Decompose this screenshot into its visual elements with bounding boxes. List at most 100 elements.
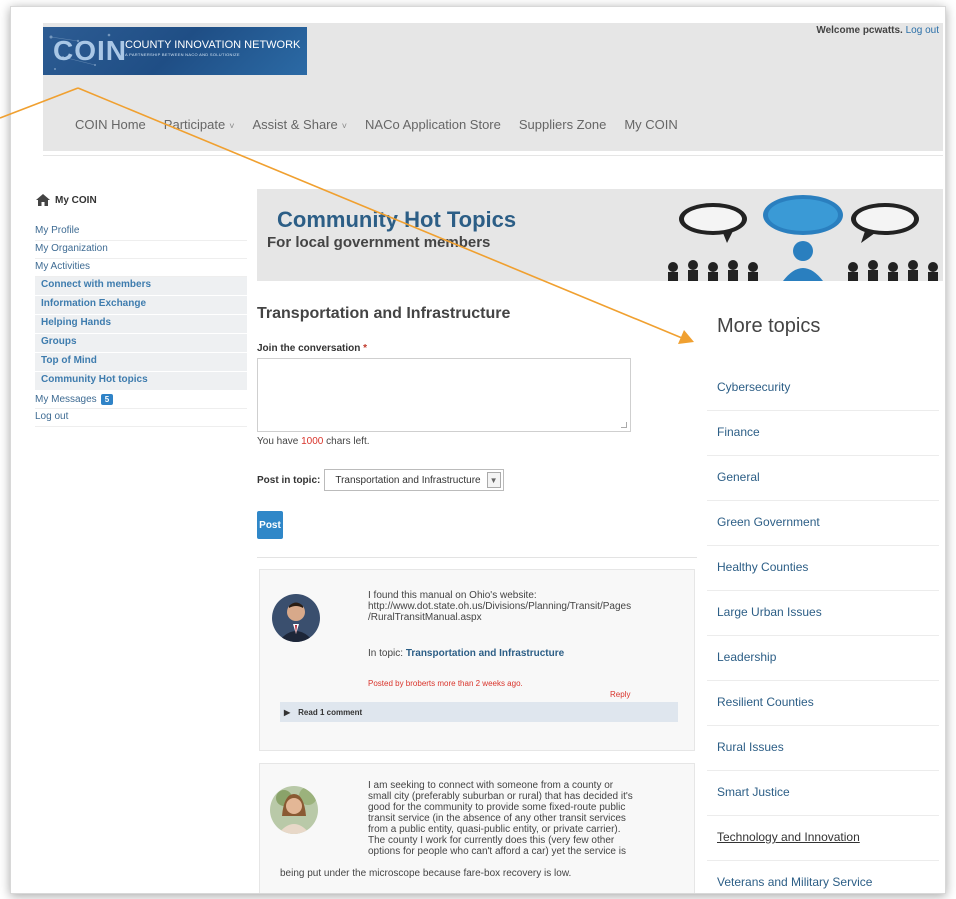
post-meta: Posted by broberts more than 2 weeks ago…: [368, 679, 523, 688]
main-nav: COIN Home Participate ˅ Assist & Share ˅ N…: [75, 117, 696, 132]
nav-label: COIN Home: [75, 117, 146, 132]
post-text-line: options for people who can't afford a ca…: [368, 846, 626, 857]
browser-page: COIN COUNTY INNOVATION NETWORK A PARTNER…: [10, 6, 946, 894]
topic-link-rural-issues[interactable]: Rural Issues: [707, 726, 939, 771]
topic-title: Transportation and Infrastructure: [257, 305, 511, 322]
header-divider: [43, 155, 943, 156]
reply-link[interactable]: Reply: [610, 690, 630, 699]
chevron-down-icon: ˅: [341, 121, 348, 131]
join-label: Join the conversation *: [257, 343, 697, 354]
nav-label: Assist & Share: [252, 117, 338, 132]
topic-link-resilient-counties[interactable]: Resilient Counties: [707, 681, 939, 726]
post-text-line: http://www.dot.state.oh.us/Divisions/Pla…: [368, 601, 632, 612]
post-text-line: I am seeking to connect with someone fro…: [368, 780, 614, 791]
sidebar-item-top-of-mind[interactable]: Top of Mind: [35, 353, 247, 372]
nav-naco-app-store[interactable]: NACo Application Store: [365, 117, 501, 132]
post-card: I found this manual on Ohio's website: h…: [259, 569, 695, 751]
coin-logo[interactable]: COIN COUNTY INNOVATION NETWORK A PARTNER…: [43, 27, 307, 75]
nav-participate[interactable]: Participate ˅: [164, 117, 235, 132]
topic-link-veterans-and-military-service[interactable]: Veterans and Military Service: [707, 861, 939, 893]
logo-text: COIN: [53, 35, 127, 66]
topic-select[interactable]: Transportation and Infrastructure ▼: [324, 469, 504, 491]
post-topic: In topic: Transportation and Infrastruct…: [368, 648, 688, 659]
banner-title: Community Hot Topics: [277, 207, 517, 232]
topic-link-large-urban-issues[interactable]: Large Urban Issues: [707, 591, 939, 636]
avatar[interactable]: [270, 786, 318, 834]
post-card: I am seeking to connect with someone fro…: [259, 763, 695, 893]
join-label-text: Join the conversation: [257, 343, 361, 354]
post-text-line: transit service (in the absence of any o…: [368, 813, 626, 824]
banner-subtitle: For local government members: [267, 234, 491, 251]
sidebar-item-connect-with-members[interactable]: Connect with members: [35, 277, 247, 296]
logout-link[interactable]: Log out: [906, 25, 939, 36]
topic-link-healthy-counties[interactable]: Healthy Counties: [707, 546, 939, 591]
sidebar-item-my-profile[interactable]: My Profile: [35, 223, 247, 241]
home-icon: [36, 194, 50, 206]
sidebar: My COIN My Profile My Organization My Ac…: [35, 193, 247, 427]
sidebar-title: My COIN: [35, 193, 247, 207]
nav-my-coin[interactable]: My COIN: [624, 117, 677, 132]
chars-count: 1000: [301, 436, 324, 447]
hot-topics-banner: Community Hot Topics For local governmen…: [257, 189, 943, 281]
welcome-message: Welcome pcwatts. Log out: [816, 25, 939, 36]
read-comments-label: Read 1 comment: [298, 707, 363, 717]
sidebar-item-log-out[interactable]: Log out: [35, 409, 247, 427]
speech-bubbles-icon: [668, 195, 938, 281]
messages-count-badge: 5: [100, 393, 114, 405]
post-text-line: The county I work for currently does thi…: [368, 835, 615, 846]
post-topic-prefix: In topic:: [368, 648, 404, 659]
nav-label: Suppliers Zone: [518, 117, 607, 132]
nav-label: NACo Application Store: [365, 117, 501, 132]
post-button[interactable]: Post: [257, 511, 283, 539]
topic-link-leadership[interactable]: Leadership: [707, 636, 939, 681]
read-comments-toggle[interactable]: ▶ Read 1 comment: [280, 702, 678, 722]
post-text-line: I found this manual on Ohio's website:: [368, 590, 537, 601]
post-body: I am seeking to connect with someone fro…: [368, 780, 688, 857]
chevron-down-icon: ▼: [486, 472, 501, 488]
sidebar-item-my-activities[interactable]: My Activities: [35, 259, 247, 277]
chars-suffix: chars left.: [326, 436, 370, 447]
more-topics-title: More topics: [717, 315, 821, 337]
site-header: COIN COUNTY INNOVATION NETWORK A PARTNER…: [43, 23, 943, 151]
nav-assist-share[interactable]: Assist & Share ˅: [252, 117, 347, 132]
chevron-down-icon: ˅: [229, 121, 235, 131]
caret-right-icon: ▶: [284, 707, 291, 717]
sidebar-item-community-hot-topics[interactable]: Community Hot topics: [35, 372, 247, 391]
sidebar-item-my-messages[interactable]: My Messages 5: [35, 391, 247, 409]
post-text-line: from a public entity, quasi-public entit…: [368, 824, 621, 835]
sidebar-title-text: My COIN: [55, 194, 97, 206]
topic-link-cybersecurity[interactable]: Cybersecurity: [707, 366, 939, 411]
post-text-line: /RuralTransitManual.aspx: [368, 612, 482, 623]
post-text-line: being put under the microscope because f…: [280, 868, 572, 879]
messages-label: My Messages: [35, 393, 97, 405]
topic-link-finance[interactable]: Finance: [707, 411, 939, 456]
required-mark: *: [363, 343, 368, 354]
avatar[interactable]: [272, 594, 320, 642]
logo-subtitle: COUNTY INNOVATION NETWORK: [125, 39, 301, 51]
user-photo-icon: [272, 594, 320, 642]
topics-list: Cybersecurity Finance General Green Gove…: [707, 366, 939, 893]
sidebar-item-groups[interactable]: Groups: [35, 334, 247, 353]
nav-coin-home[interactable]: COIN Home: [75, 117, 146, 132]
topic-link-technology-and-innovation[interactable]: Technology and Innovation: [707, 816, 939, 861]
topic-link-green-government[interactable]: Green Government: [707, 501, 939, 546]
sidebar-item-helping-hands[interactable]: Helping Hands: [35, 315, 247, 334]
post-in-topic-label: Post in topic:: [257, 474, 321, 486]
more-topics-panel: More topics Cybersecurity Finance Genera…: [707, 305, 939, 893]
post-text-line: small city (preferably suburban or rural…: [368, 791, 633, 802]
topic-link-general[interactable]: General: [707, 456, 939, 501]
chars-prefix: You have: [257, 436, 299, 447]
nav-label: Participate: [163, 117, 226, 132]
post-body: I found this manual on Ohio's website: h…: [368, 590, 688, 623]
nav-label: My COIN: [624, 117, 678, 132]
conversation-panel: Transportation and Infrastructure Join t…: [257, 305, 697, 893]
chars-remaining: You have 1000 chars left.: [257, 436, 697, 447]
nav-suppliers-zone[interactable]: Suppliers Zone: [519, 117, 606, 132]
post-topic-link[interactable]: Transportation and Infrastructure: [406, 648, 564, 659]
user-photo-icon: [270, 786, 318, 834]
sidebar-item-my-organization[interactable]: My Organization: [35, 241, 247, 259]
sidebar-item-information-exchange[interactable]: Information Exchange: [35, 296, 247, 315]
content-divider: [257, 557, 697, 558]
conversation-textarea[interactable]: [257, 358, 631, 432]
topic-link-smart-justice[interactable]: Smart Justice: [707, 771, 939, 816]
